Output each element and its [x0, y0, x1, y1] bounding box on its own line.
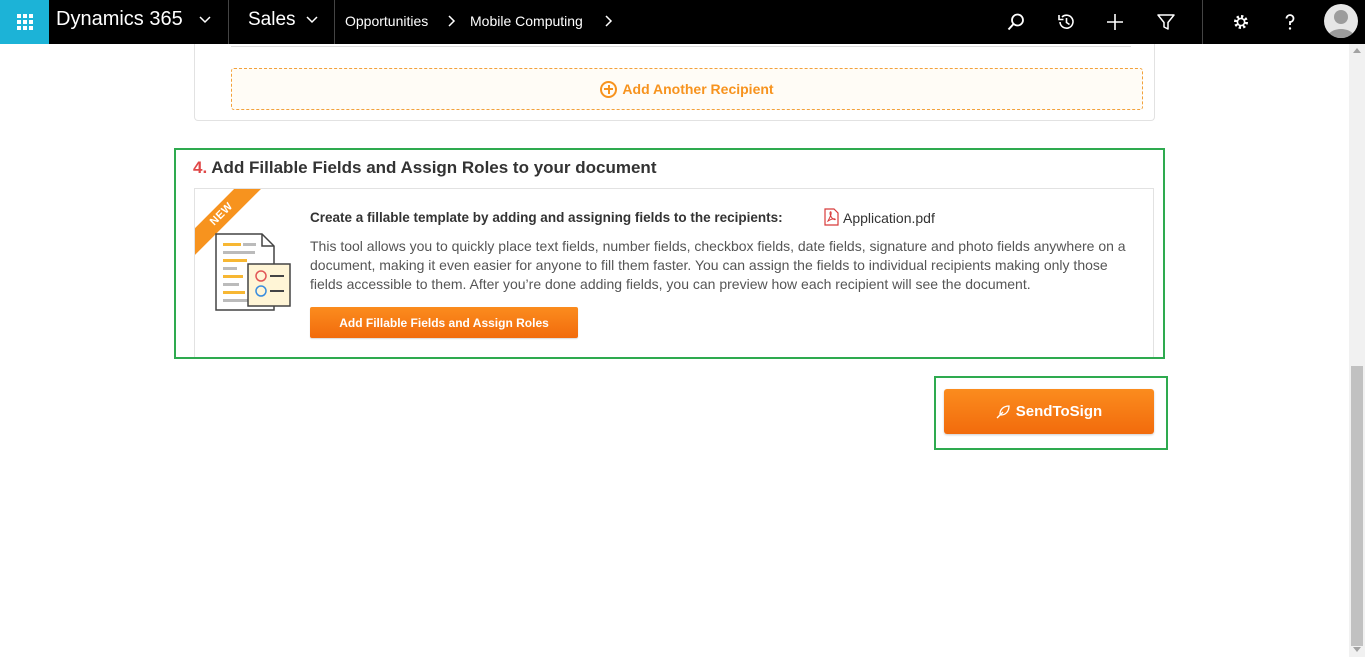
step-4-title: 4. Add Fillable Fields and Assign Roles …: [193, 158, 656, 178]
feather-pen-icon: [996, 404, 1010, 419]
fillable-fields-description: This tool allows you to quickly place te…: [310, 238, 1126, 293]
scrollbar-thumb[interactable]: [1351, 366, 1363, 646]
scroll-down-arrow-icon[interactable]: [1353, 647, 1361, 652]
top-navigation-bar: Dynamics 365 Sales Opportunities Mobile …: [0, 0, 1365, 44]
app-switcher-label[interactable]: Sales: [248, 9, 296, 31]
recipient-row-border: [231, 44, 1131, 47]
user-avatar-icon[interactable]: [1324, 4, 1358, 38]
add-another-recipient-label: Add Another Recipient: [622, 81, 774, 97]
vertical-scrollbar[interactable]: [1349, 44, 1365, 657]
send-to-sign-button[interactable]: SendToSign: [944, 389, 1154, 434]
plus-icon[interactable]: [1104, 11, 1126, 33]
add-fillable-fields-button[interactable]: Add Fillable Fields and Assign Roles: [310, 307, 578, 338]
chevron-right-icon[interactable]: [602, 13, 616, 29]
chevron-down-icon[interactable]: [305, 13, 319, 27]
divider: [334, 0, 335, 44]
divider: [228, 0, 229, 44]
send-to-sign-label: SendToSign: [1015, 403, 1103, 420]
waffle-icon: [16, 14, 33, 30]
chevron-down-icon[interactable]: [198, 13, 212, 27]
breadcrumb-record[interactable]: Mobile Computing: [470, 13, 583, 29]
fillable-fields-heading: Create a fillable template by adding and…: [310, 210, 783, 225]
add-another-recipient-button[interactable]: Add Another Recipient: [231, 68, 1143, 110]
help-icon[interactable]: [1279, 11, 1301, 33]
search-icon[interactable]: [1005, 11, 1027, 33]
step-title-text: Add Fillable Fields and Assign Roles to …: [211, 158, 657, 177]
chevron-right-icon: [448, 15, 456, 27]
scroll-up-arrow-icon[interactable]: [1353, 48, 1361, 53]
divider: [1202, 0, 1203, 44]
step-number: 4.: [193, 158, 208, 177]
gear-icon[interactable]: [1230, 11, 1252, 33]
filter-icon[interactable]: [1155, 11, 1177, 33]
plus-circle-icon: [600, 80, 618, 98]
history-icon[interactable]: [1055, 11, 1077, 33]
pdf-file-link[interactable]: Application.pdf: [843, 210, 935, 226]
pdf-icon: [824, 208, 839, 226]
brand-title[interactable]: Dynamics 365: [56, 8, 183, 31]
app-launcher-button[interactable]: [0, 0, 49, 44]
breadcrumb-opportunities[interactable]: Opportunities: [345, 13, 428, 29]
document-fields-icon: [215, 233, 291, 311]
